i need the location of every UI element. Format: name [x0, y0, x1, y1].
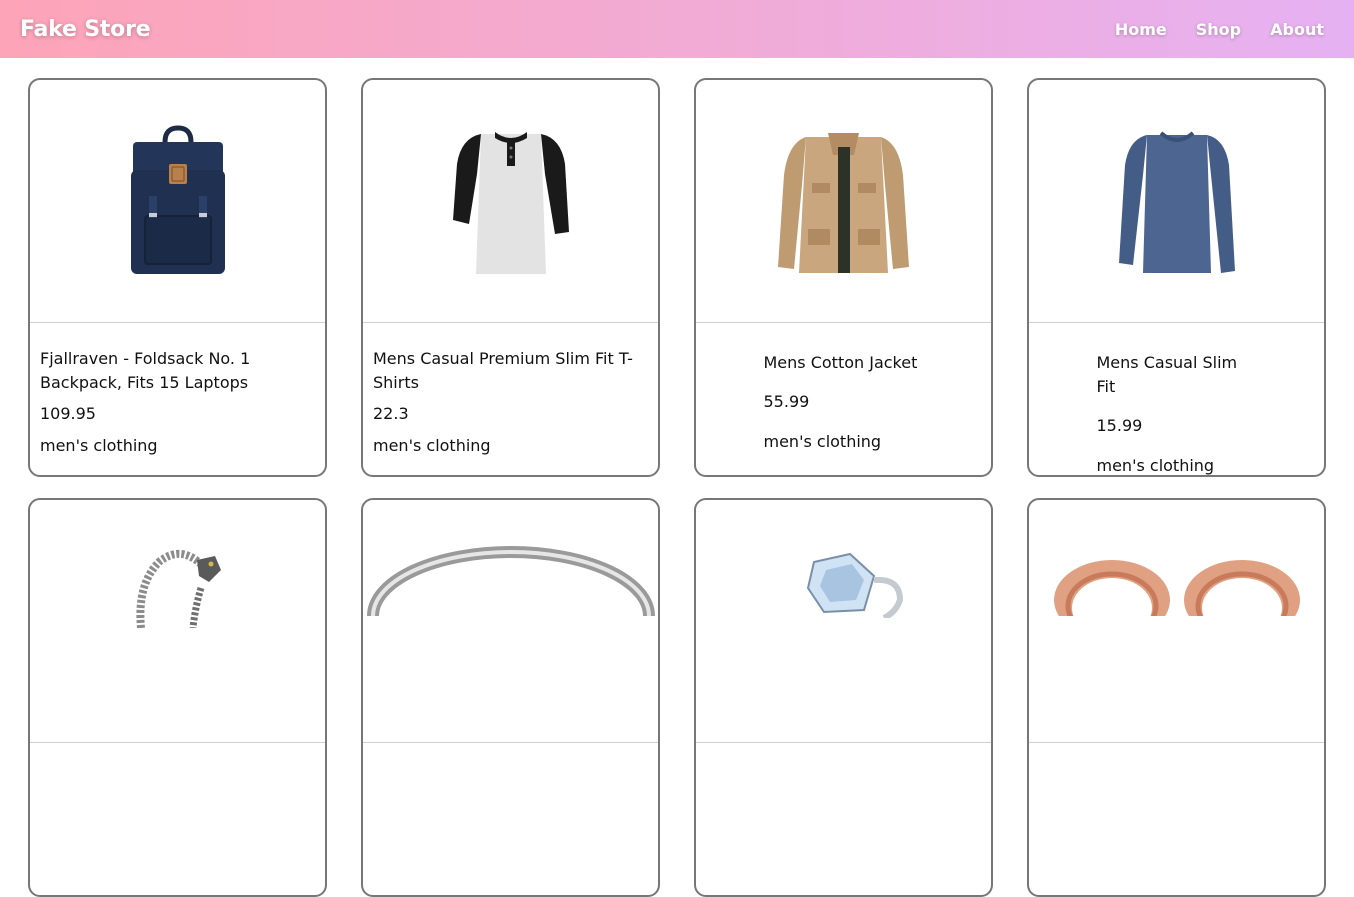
- product-category: men's clothing: [40, 436, 158, 455]
- backpack-image: [130, 124, 225, 274]
- nav-links: Home Shop About: [1115, 20, 1334, 39]
- product-card[interactable]: Mens Casual Slim Fit 15.99 men's clothin…: [1027, 78, 1326, 477]
- product-price: 109.95: [40, 404, 96, 423]
- silver-ring-image: [366, 546, 655, 616]
- product-price: 22.3: [373, 404, 409, 423]
- product-title: Mens Casual Premium Slim Fit T-Shirts: [373, 349, 633, 392]
- nav-link-shop[interactable]: Shop: [1196, 20, 1241, 39]
- product-title: Mens Casual Slim Fit: [1096, 353, 1238, 396]
- product-category: men's clothing: [373, 436, 491, 455]
- brand-logo[interactable]: Fake Store: [20, 17, 151, 42]
- rose-gold-tunnels-image: [1053, 560, 1300, 616]
- product-image-area: [1029, 500, 1324, 743]
- product-title: Mens Cotton Jacket: [763, 353, 918, 372]
- product-category: men's clothing: [1096, 456, 1215, 475]
- product-image-area: [30, 500, 325, 743]
- product-image-area: [696, 500, 991, 743]
- product-card[interactable]: [28, 498, 327, 897]
- nav-link-home[interactable]: Home: [1115, 20, 1167, 39]
- product-card[interactable]: Fjallraven - Foldsack No. 1 Backpack, Fi…: [28, 78, 327, 477]
- cotton-jacket-image: [778, 133, 909, 273]
- dragon-bracelet-image: [135, 550, 221, 628]
- long-sleeve-shirt-image: [1118, 131, 1235, 273]
- product-info: Mens Cotton Jacket 55.99 men's clothing: [696, 323, 991, 454]
- raglan-shirt-image: [452, 131, 569, 274]
- product-card[interactable]: [361, 498, 660, 897]
- product-info: Fjallraven - Foldsack No. 1 Backpack, Fi…: [30, 323, 325, 458]
- product-category: men's clothing: [763, 432, 882, 451]
- product-title: Fjallraven - Foldsack No. 1 Backpack, Fi…: [40, 349, 251, 392]
- product-card[interactable]: Mens Casual Premium Slim Fit T-Shirts 22…: [361, 78, 660, 477]
- product-image-area: [30, 80, 325, 323]
- product-card[interactable]: [1027, 498, 1326, 897]
- navbar: Fake Store Home Shop About: [0, 0, 1354, 58]
- nav-link-about[interactable]: About: [1270, 20, 1324, 39]
- product-card[interactable]: [694, 498, 993, 897]
- product-info: Mens Casual Slim Fit 15.99 men's clothin…: [1029, 323, 1324, 475]
- product-image-area: [1029, 80, 1324, 323]
- diamond-ring-image: [806, 552, 903, 618]
- product-price: 55.99: [763, 392, 810, 411]
- product-info: Mens Casual Premium Slim Fit T-Shirts 22…: [363, 323, 658, 458]
- product-image-area: [363, 80, 658, 323]
- product-image-area: [363, 500, 658, 743]
- product-price: 15.99: [1096, 416, 1143, 435]
- product-grid: Fjallraven - Foldsack No. 1 Backpack, Fi…: [28, 78, 1326, 897]
- product-card[interactable]: Mens Cotton Jacket 55.99 men's clothing: [694, 78, 993, 477]
- product-image-area: [696, 80, 991, 323]
